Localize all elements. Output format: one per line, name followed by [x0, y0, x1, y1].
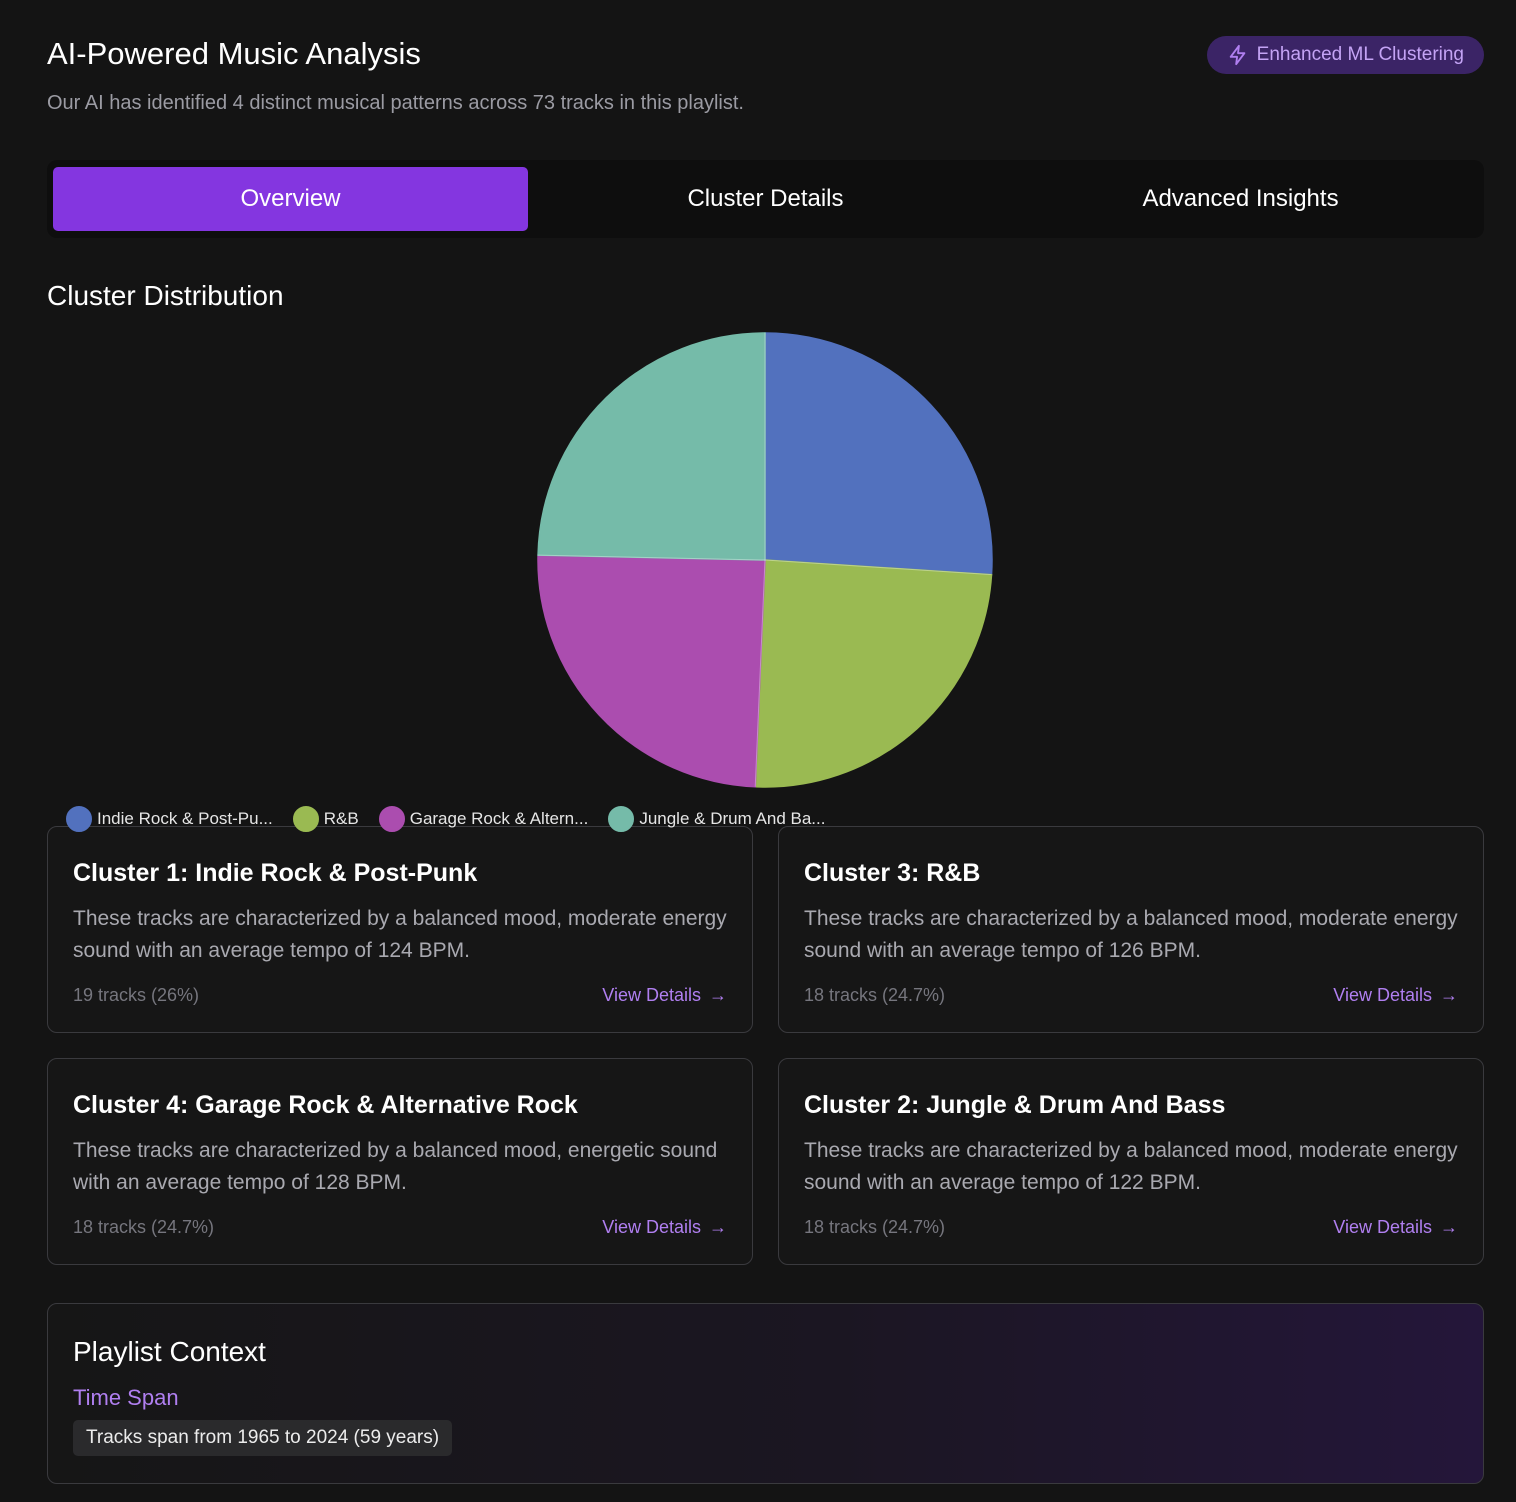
cluster-card-description: These tracks are characterized by a bala… [804, 1139, 1458, 1194]
tab-cluster-details[interactable]: Cluster Details [528, 167, 1003, 231]
legend-swatch [66, 806, 92, 832]
view-details-link[interactable]: View Details → [602, 985, 727, 1006]
legend-item[interactable]: Jungle & Drum And Ba... [608, 806, 825, 832]
view-details-link[interactable]: View Details → [1333, 985, 1458, 1006]
pie-slice-2[interactable] [754, 559, 993, 788]
view-details-link[interactable]: View Details → [602, 1217, 727, 1238]
arrow-right-icon: → [1440, 985, 1458, 1005]
cluster-card-footer: 18 tracks (24.7%) View Details → [804, 1217, 1458, 1238]
pie-slice-3[interactable] [537, 554, 766, 788]
cluster-card-title: Cluster 1: Indie Rock & Post-Punk [73, 859, 478, 887]
tab-overview[interactable]: Overview [53, 167, 528, 231]
cluster-track-count: 18 tracks (24.7%) [804, 1217, 946, 1237]
page-subtitle: Our AI has identified 4 distinct musical… [47, 92, 744, 114]
tab-bar: Overview Cluster Details Advanced Insigh… [47, 160, 1484, 238]
pie-slice-4[interactable] [537, 332, 766, 561]
cluster-card-footer: 18 tracks (24.7%) View Details → [804, 985, 1458, 1006]
music-analysis-page: AI-Powered Music Analysis Our AI has ide… [0, 0, 1516, 1502]
ml-clustering-badge: Enhanced ML Clustering [1206, 36, 1484, 74]
cluster-card: Cluster 3: R&B These tracks are characte… [778, 826, 1484, 1033]
legend-item[interactable]: R&B [292, 806, 359, 832]
pie-slice-1[interactable] [764, 332, 993, 576]
view-details-label: View Details [1333, 1217, 1432, 1237]
legend-swatch [608, 806, 635, 832]
tab-advanced-insights[interactable]: Advanced Insights [1003, 167, 1478, 231]
cluster-track-count: 18 tracks (24.7%) [73, 1217, 215, 1237]
header: AI-Powered Music Analysis Our AI has ide… [47, 34, 1484, 134]
cluster-track-count: 19 tracks (26%) [73, 985, 200, 1005]
legend-swatch [378, 806, 405, 832]
time-span-label: Time Span [73, 1385, 179, 1410]
cluster-card: Cluster 4: Garage Rock & Alternative Roc… [47, 1058, 753, 1265]
badge-label: Enhanced ML Clustering [1256, 44, 1464, 65]
view-details-label: View Details [602, 1217, 701, 1237]
cluster-card-footer: 18 tracks (24.7%) View Details → [73, 1217, 727, 1238]
view-details-label: View Details [1333, 985, 1432, 1005]
pie-chart-svg [537, 332, 993, 788]
legend-label: Jungle & Drum And Ba... [639, 809, 826, 828]
cluster-card-footer: 19 tracks (26%) View Details → [73, 985, 727, 1006]
cluster-card-description: These tracks are characterized by a bala… [73, 1139, 718, 1194]
legend-label: Indie Rock & Post-Pu... [97, 809, 273, 828]
view-details-label: View Details [602, 985, 701, 1005]
playlist-context-panel: Playlist Context Time Span Tracks span f… [47, 1303, 1484, 1484]
arrow-right-icon: → [1440, 1217, 1458, 1237]
cluster-track-count: 18 tracks (24.7%) [804, 985, 946, 1005]
playlist-context-title: Playlist Context [73, 1336, 266, 1367]
lightning-icon [1227, 44, 1249, 66]
chart-legend: Indie Rock & Post-Pu... R&B Garage Rock & … [66, 806, 845, 832]
arrow-right-icon: → [709, 1217, 727, 1237]
cluster-card-description: These tracks are characterized by a bala… [804, 907, 1458, 962]
cluster-card-title: Cluster 2: Jungle & Drum And Bass [804, 1091, 1226, 1119]
cluster-card: Cluster 1: Indie Rock & Post-Punk These … [47, 826, 753, 1033]
legend-item[interactable]: Garage Rock & Altern... [378, 806, 589, 832]
legend-item[interactable]: Indie Rock & Post-Pu... [66, 806, 273, 832]
cluster-pie-chart [47, 320, 1484, 840]
legend-label: R&B [323, 809, 359, 828]
time-span-value: Tracks span from 1965 to 2024 (59 years) [73, 1420, 453, 1456]
cluster-card-title: Cluster 4: Garage Rock & Alternative Roc… [73, 1091, 578, 1119]
legend-swatch [292, 806, 319, 832]
cluster-cards: Cluster 1: Indie Rock & Post-Punk These … [47, 826, 1484, 1265]
arrow-right-icon: → [709, 985, 727, 1005]
cluster-card-description: These tracks are characterized by a bala… [73, 907, 727, 962]
cluster-card: Cluster 2: Jungle & Drum And Bass These … [778, 1058, 1484, 1265]
cluster-card-title: Cluster 3: R&B [804, 859, 981, 887]
view-details-link[interactable]: View Details → [1333, 1217, 1458, 1238]
legend-label: Garage Rock & Altern... [409, 809, 589, 828]
cluster-distribution-title: Cluster Distribution [47, 280, 284, 311]
